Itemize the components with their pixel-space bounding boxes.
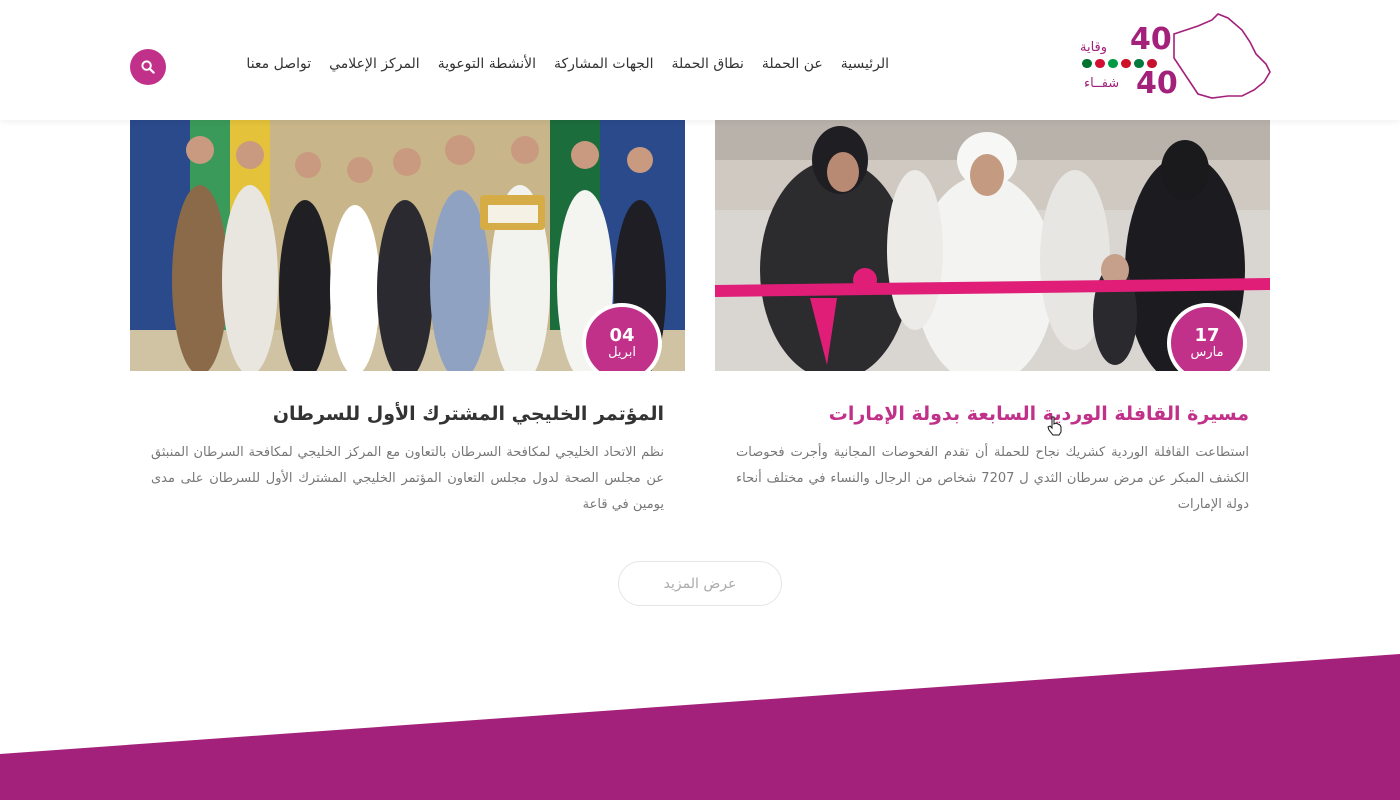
news-card-title[interactable]: المؤتمر الخليجي المشترك الأول للسرطان [130,401,685,427]
nav-item-partners[interactable]: الجهات المشاركة [554,56,653,72]
gulf-flags-row [1082,59,1157,68]
news-card-title[interactable]: مسيرة القافلة الوردية السابعة بدولة الإم… [715,401,1270,427]
search-button[interactable] [130,49,166,85]
date-month: ابريل [608,344,636,360]
logo-word-cure: شفــاء [1084,76,1120,91]
news-card-image[interactable]: 17 مارس [715,120,1270,371]
date-month: مارس [1190,344,1224,360]
news-card-excerpt: نظم الاتحاد الخليجي لمكافحة السرطان بالت… [151,445,664,512]
site-header: 40 40 وقاية شفــاء الرئيسية عن الحملة نط… [0,0,1400,120]
flag-dot [1108,59,1118,68]
nav-item-media-center[interactable]: المركز الإعلامي [329,56,420,72]
load-more-button[interactable]: عرض المزيد [618,561,782,606]
flag-dot [1121,59,1131,68]
search-icon [141,60,155,74]
nav-item-scope[interactable]: نطاق الحملة [671,56,743,72]
nav-item-activities[interactable]: الأنشطة التوعوية [438,56,536,72]
flag-dot [1082,59,1092,68]
logo-word-prevention: وقاية [1080,40,1108,55]
date-day: 17 [1194,324,1220,346]
news-card-excerpt: استطاعت القافلة الوردية كشريك نجاح للحمل… [736,445,1249,512]
flag-dot [1095,59,1105,68]
flag-dot [1147,59,1157,68]
hand-cursor-icon [1047,416,1062,436]
main-nav: الرئيسية عن الحملة نطاق الحملة الجهات ال… [246,56,889,72]
logo-number-bottom: 40 [1136,66,1178,101]
news-card-image[interactable]: 04 ابريل [130,120,685,371]
news-card[interactable]: 04 ابريل المؤتمر الخليجي المشترك الأول ل… [130,120,685,518]
date-day: 04 [609,324,635,346]
campaign-logo[interactable]: 40 40 وقاية شفــاء [1078,12,1272,101]
footer-band [0,654,1400,800]
nav-item-home[interactable]: الرئيسية [841,56,889,72]
logo-number-top: 40 [1130,22,1172,57]
flag-dot [1134,59,1144,68]
nav-item-about[interactable]: عن الحملة [762,56,823,72]
nav-item-contact[interactable]: تواصل معنا [246,56,311,72]
news-card[interactable]: 17 مارس مسيرة القافلة الوردية السابعة بد… [715,120,1270,518]
